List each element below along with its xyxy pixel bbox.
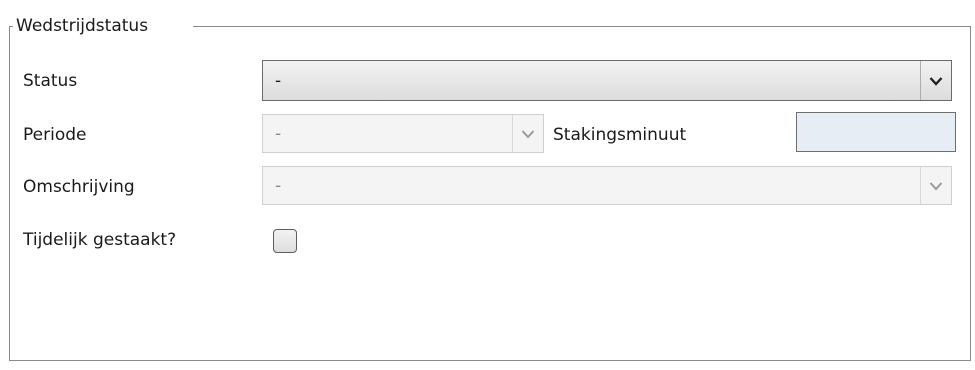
group-box-title: Wedstrijdstatus: [16, 16, 149, 36]
periode-dropdown-value: -: [275, 123, 282, 144]
status-dropdown[interactable]: -: [262, 60, 952, 101]
chevron-down-icon: [929, 76, 943, 86]
status-dropdown-button[interactable]: [920, 61, 951, 100]
stakingsminuut-input[interactable]: [796, 112, 956, 152]
omschrijving-label: Omschrijving: [23, 177, 135, 197]
group-box-border-left: [9, 26, 13, 27]
tijdelijk-gestaakt-checkbox[interactable]: [273, 229, 297, 253]
omschrijving-dropdown-button[interactable]: [920, 167, 951, 204]
status-label: Status: [23, 71, 78, 91]
periode-dropdown-button[interactable]: [512, 115, 543, 152]
omschrijving-dropdown-value: -: [275, 175, 282, 196]
status-dropdown-value: -: [275, 70, 282, 91]
stakingsminuut-label: Stakingsminuut: [553, 125, 687, 145]
chevron-down-icon: [929, 181, 943, 190]
chevron-down-icon: [521, 129, 535, 138]
periode-dropdown[interactable]: -: [262, 114, 544, 153]
periode-label: Periode: [23, 125, 87, 145]
omschrijving-dropdown[interactable]: -: [262, 166, 952, 205]
tijdelijk-gestaakt-label: Tijdelijk gestaakt?: [23, 230, 177, 250]
group-box-border-right: [193, 26, 971, 27]
